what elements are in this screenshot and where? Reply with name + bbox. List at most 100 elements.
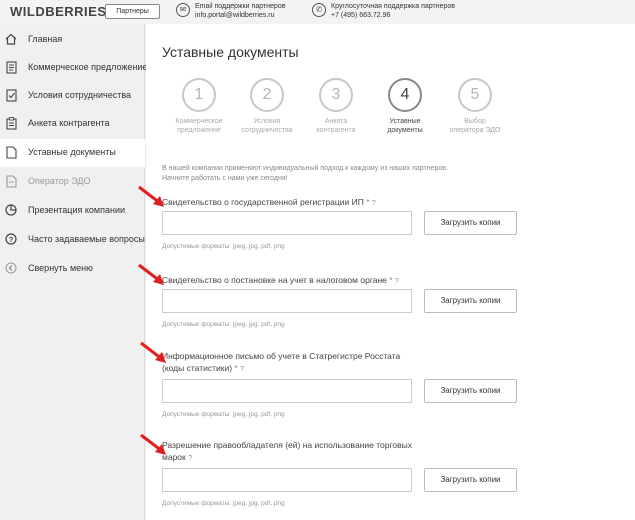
email-support-value: info.portal@wildberries.ru: [195, 12, 275, 19]
trademark-permission-input[interactable]: [162, 468, 412, 492]
step-label-line: документы: [387, 127, 423, 134]
sidebar-item-label: Свернуть меню: [28, 263, 93, 273]
sidebar-item-edo-operator[interactable]: Оператор ЭДО: [0, 168, 145, 196]
step-label: Условия сотрудничества: [232, 117, 302, 135]
field-label-text: Свидетельство о государственной регистра…: [162, 197, 364, 207]
page-title: Уставные документы: [162, 44, 299, 60]
sidebar: Главная Коммерческое предложение Условия…: [0, 24, 148, 520]
phone-support: Круглосуточная поддержка партнеров +7 (4…: [331, 2, 455, 20]
ip-registration-input[interactable]: [162, 211, 412, 235]
red-arrow-icon: [138, 185, 164, 207]
sidebar-item-terms[interactable]: Условия сотрудничества: [0, 82, 145, 110]
help-icon[interactable]: ?: [240, 366, 244, 373]
field-label-text: Разрешение правообладателя (ей) на испол…: [162, 440, 413, 450]
step-terms[interactable]: 2 Условия сотрудничества: [232, 78, 302, 135]
email-support-title: Email поддержки партнеров: [195, 3, 286, 10]
home-icon: [5, 33, 17, 46]
sidebar-item-label: Главная: [28, 34, 63, 44]
sidebar-item-label: Оператор ЭДО: [28, 176, 91, 186]
allowed-formats: Допустимые форматы: jpeg, jpg, pdf, png: [162, 411, 285, 418]
pie-chart-icon: [5, 204, 17, 217]
required-mark: *: [234, 363, 238, 373]
allowed-formats: Допустимые форматы: jpeg, jpg, pdf, png: [162, 500, 285, 507]
step-label: Выбор оператора ЭДО: [440, 117, 510, 135]
upload-rosstat-letter-button[interactable]: Загрузить копии: [424, 379, 517, 403]
sidebar-item-commercial-offer[interactable]: Коммерческое предложение: [0, 54, 148, 82]
step-label: Уставные документы: [370, 117, 440, 135]
step-label: Анкета контрагента: [301, 117, 371, 135]
help-icon[interactable]: ?: [395, 278, 399, 285]
file-icon: [5, 146, 17, 159]
document-icon: [5, 61, 17, 74]
top-header: WILDBERRIES Партнеры ✉ Email поддержки п…: [0, 0, 635, 24]
required-mark: *: [366, 197, 370, 207]
phone-support-title: Круглосуточная поддержка партнеров: [331, 3, 455, 10]
sidebar-item-statutory-docs[interactable]: Уставные документы: [0, 139, 145, 167]
step-number: 1: [182, 78, 216, 112]
step-label-line: сотрудничества: [241, 127, 293, 134]
wildberries-logo[interactable]: WILDBERRIES: [10, 4, 107, 19]
step-counterparty-form[interactable]: 3 Анкета контрагента: [301, 78, 371, 135]
intro-text: В нашей компании применяют индивидуальны…: [162, 164, 492, 184]
step-label-line: контрагента: [316, 127, 356, 134]
sidebar-item-label: Условия сотрудничества: [28, 90, 132, 100]
edo-icon: [5, 175, 17, 188]
svg-text:?: ?: [9, 235, 14, 244]
email-support[interactable]: Email поддержки партнеров info.portal@wi…: [195, 2, 285, 20]
field-label-ip-registration: Свидетельство о государственной регистра…: [162, 196, 422, 210]
field-label-text: Свидетельство о постановке на учет в нал…: [162, 275, 387, 285]
rosstat-letter-input[interactable]: [162, 379, 412, 403]
field-label-rosstat-letter: Информационное письмо об учете в Статрег…: [162, 350, 422, 376]
help-icon[interactable]: ?: [372, 200, 376, 207]
step-commercial-offer[interactable]: 1 Коммерческое предложение: [164, 78, 234, 135]
step-label-line: Анкета: [324, 118, 348, 125]
partners-badge: Партнеры: [105, 4, 160, 19]
upload-trademark-permission-button[interactable]: Загрузить копии: [424, 468, 517, 492]
step-statutory-docs[interactable]: 4 Уставные документы: [370, 78, 440, 135]
red-arrow-icon: [140, 341, 166, 363]
field-label-trademark-permission: Разрешение правообладателя (ей) на испол…: [162, 439, 422, 465]
sidebar-item-label: Уставные документы: [28, 147, 116, 157]
allowed-formats: Допустимые форматы: jpeg, jpg, pdf, png: [162, 243, 285, 250]
sidebar-item-label: Анкета контрагента: [28, 118, 110, 128]
required-mark: *: [389, 275, 393, 285]
collapse-icon: [5, 262, 17, 275]
step-label-line: предложение: [177, 127, 221, 134]
tax-registration-input[interactable]: [162, 289, 412, 313]
sidebar-item-label: Коммерческое предложение: [28, 62, 148, 72]
field-label-tax-registration: Свидетельство о постановке на учет в нал…: [162, 274, 422, 288]
field-label-text: (коды статистики): [162, 363, 233, 373]
step-number: 5: [458, 78, 492, 112]
sidebar-item-label: Часто задаваемые вопросы: [28, 234, 145, 244]
red-arrow-icon: [140, 433, 166, 455]
clipboard-icon: [5, 117, 17, 130]
step-label-line: Уставные: [389, 118, 421, 125]
step-label-line: Условия: [253, 118, 281, 125]
sidebar-item-counterparty-form[interactable]: Анкета контрагента: [0, 110, 145, 138]
step-label-line: оператора ЭДО: [449, 127, 501, 134]
step-number: 4: [388, 78, 422, 112]
allowed-formats: Допустимые форматы: jpeg, jpg, pdf, png: [162, 321, 285, 328]
intro-line: В нашей компании применяют индивидуальны…: [162, 165, 448, 172]
checklist-icon: [5, 89, 17, 102]
sidebar-item-home[interactable]: Главная: [0, 26, 145, 54]
phone-support-value: +7 (495) 663.72.96: [331, 12, 391, 19]
upload-tax-registration-button[interactable]: Загрузить копии: [424, 289, 517, 313]
step-label-line: Коммерческое: [175, 118, 223, 125]
question-icon: ?: [5, 233, 17, 246]
step-edo-operator[interactable]: 5 Выбор оператора ЭДО: [440, 78, 510, 135]
help-icon[interactable]: ?: [188, 455, 192, 462]
sidebar-item-label: Презентация компании: [28, 205, 126, 215]
upload-ip-registration-button[interactable]: Загрузить копии: [424, 211, 517, 235]
red-arrow-icon: [138, 263, 164, 285]
phone-icon: ✆: [312, 3, 326, 17]
step-label: Коммерческое предложение: [164, 117, 234, 135]
step-label-line: Выбор: [464, 118, 486, 125]
sidebar-item-presentation[interactable]: Презентация компании: [0, 197, 145, 225]
sidebar-item-faq[interactable]: ? Часто задаваемые вопросы: [0, 226, 145, 254]
intro-line: Начните работать с нами уже сегодня!: [162, 175, 288, 182]
main-content: Уставные документы 1 Коммерческое предло…: [146, 24, 635, 520]
sidebar-item-collapse-menu[interactable]: Свернуть меню: [0, 255, 145, 283]
step-number: 2: [250, 78, 284, 112]
mail-icon: ✉: [176, 3, 190, 17]
